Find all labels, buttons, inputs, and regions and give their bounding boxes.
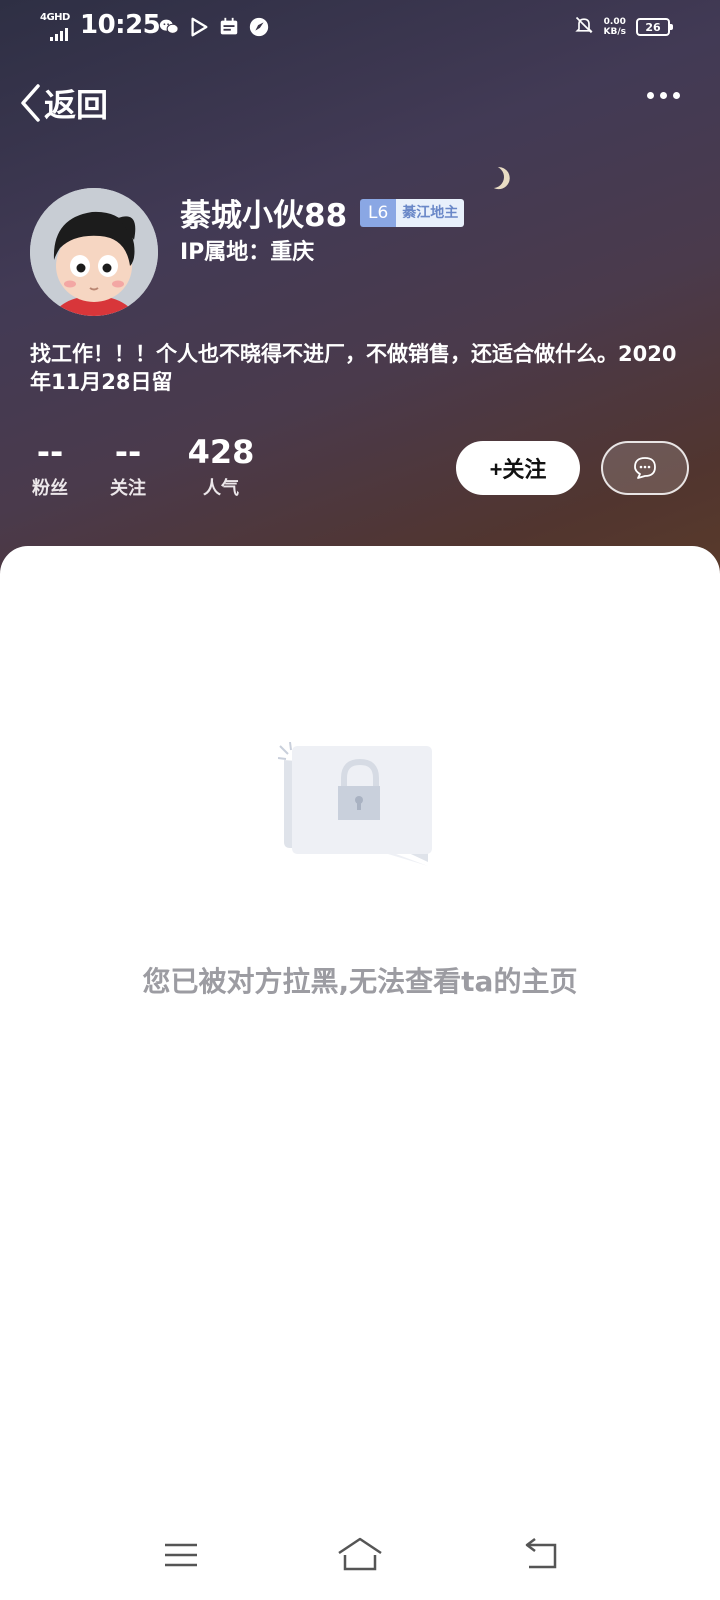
fans-label: 粉丝 xyxy=(32,478,68,499)
follow-button[interactable]: +关注 xyxy=(456,441,580,495)
level-label: L6 xyxy=(360,199,397,227)
blocked-message: 您已被对方拉黑,无法查看ta的主页 xyxy=(142,965,578,998)
mute-bell-icon xyxy=(574,14,594,40)
calendar-icon xyxy=(218,16,240,38)
wechat-icon xyxy=(158,16,180,38)
chat-bubble-icon xyxy=(634,457,656,479)
stat-popularity: 428 人气 xyxy=(186,432,256,500)
menu-button[interactable] xyxy=(150,1530,210,1580)
back-label: 返回 xyxy=(44,86,109,124)
stat-following[interactable]: -- 关注 xyxy=(106,432,150,500)
back-button[interactable]: 返回 xyxy=(18,80,108,126)
lock-illustration xyxy=(277,741,448,884)
fans-count: -- xyxy=(36,433,64,471)
message-button[interactable] xyxy=(601,441,689,495)
battery-icon: 26 xyxy=(636,18,673,36)
stat-fans[interactable]: -- 粉丝 xyxy=(28,432,72,500)
following-count: -- xyxy=(114,433,142,471)
more-options-button[interactable] xyxy=(647,92,680,99)
network-type: 4GHD xyxy=(40,12,70,23)
return-icon xyxy=(525,1538,557,1569)
username: 綦城小伙88 xyxy=(180,198,348,234)
bio-text: 找工作！！！个人也不晓得不进厂，不做销售，还适合做什么。2020年11月28日留 xyxy=(30,342,677,394)
avatar[interactable] xyxy=(30,188,158,316)
popularity-count: 428 xyxy=(187,433,255,471)
more-dots-icon xyxy=(647,92,654,99)
network-speed: 0.00 KB/s xyxy=(603,17,626,37)
status-bar: 4GHD 10:25 0.00 KB/s 26 xyxy=(0,0,720,56)
level-badge: L6 綦江地主 xyxy=(360,199,465,227)
status-time: 10:25 xyxy=(80,10,161,40)
menu-icon xyxy=(165,1543,197,1567)
home-button[interactable] xyxy=(330,1530,390,1580)
ip-location: IP属地：重庆 xyxy=(180,240,315,265)
play-icon xyxy=(188,16,210,38)
content-card xyxy=(0,546,720,1600)
moon-decoration xyxy=(479,163,507,191)
title-tag: 綦江地主 xyxy=(396,199,465,227)
popularity-label: 人气 xyxy=(203,478,239,499)
following-label: 关注 xyxy=(110,478,146,499)
home-icon xyxy=(338,1537,382,1571)
signal-icon: 4GHD xyxy=(40,12,74,41)
back-system-button[interactable] xyxy=(510,1530,570,1580)
compass-icon xyxy=(248,16,270,38)
system-navigation-bar xyxy=(0,1530,720,1580)
chevron-left-icon xyxy=(21,84,40,122)
